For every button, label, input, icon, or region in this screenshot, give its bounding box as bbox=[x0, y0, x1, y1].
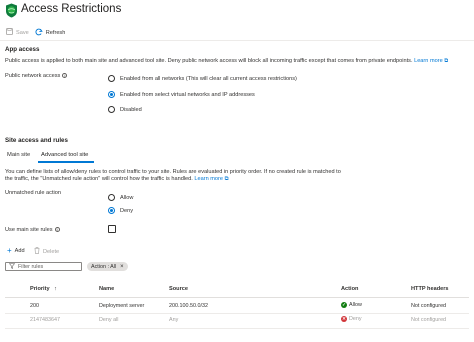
refresh-button[interactable]: Refresh bbox=[35, 28, 66, 38]
cell-priority: 200 bbox=[30, 303, 39, 309]
filter-rules-input[interactable]: Filter rules bbox=[5, 262, 82, 271]
page-title: Access Restrictions bbox=[21, 3, 122, 15]
column-header-source[interactable]: Source bbox=[169, 286, 188, 292]
cell-source: Any bbox=[169, 317, 179, 323]
rules-learn-more-link[interactable]: Learn more bbox=[194, 176, 223, 182]
radio-disabled[interactable]: Disabled bbox=[108, 106, 142, 113]
column-header-http-headers[interactable]: HTTP headers bbox=[411, 286, 449, 292]
app-access-heading: App access bbox=[5, 46, 40, 53]
save-button[interactable]: Save bbox=[6, 28, 29, 37]
add-icon: + bbox=[7, 246, 12, 255]
action-filter-label: Action : All bbox=[91, 263, 117, 270]
column-header-priority[interactable]: Priority ↑ bbox=[30, 286, 57, 292]
action-filter-pill[interactable]: Action : All × bbox=[87, 262, 128, 271]
external-link-icon: ⧉ bbox=[224, 176, 229, 182]
radio-label: Enabled from select virtual networks and… bbox=[120, 91, 255, 98]
radio-button[interactable] bbox=[108, 106, 115, 113]
filter-icon bbox=[8, 262, 16, 271]
active-tab-indicator bbox=[38, 161, 94, 163]
radio-unmatched-allow[interactable]: Allow bbox=[108, 194, 133, 201]
cell-action: ✓ Allow bbox=[341, 302, 362, 308]
column-header-name[interactable]: Name bbox=[99, 286, 114, 292]
filter-placeholder: Filter rules bbox=[18, 263, 44, 270]
command-bar: Save Refresh bbox=[6, 28, 65, 37]
tab-main-site[interactable]: Main site bbox=[7, 152, 30, 158]
unmatched-rule-action-label: Unmatched rule action bbox=[5, 190, 61, 196]
radio-button-selected[interactable] bbox=[108, 91, 115, 98]
rules-description-line2: the traffic, the "Unmatched rule action"… bbox=[5, 176, 229, 182]
rules-description-line1: You can define lists of allow/deny rules… bbox=[5, 169, 341, 175]
table-row[interactable]: 200 Deployment server 200.100.50.0/32 ✓ … bbox=[0, 299, 474, 313]
save-label: Save bbox=[16, 29, 29, 36]
app-service-icon bbox=[5, 3, 18, 18]
table-header-divider bbox=[5, 297, 469, 298]
cell-action: ✕ Deny bbox=[341, 316, 362, 322]
table-row[interactable]: 2147483647 Deny all Any ✕ Deny Not confi… bbox=[0, 314, 474, 328]
app-access-description: Public access is applied to both main si… bbox=[5, 58, 449, 64]
delete-button[interactable]: Delete bbox=[34, 247, 59, 256]
use-main-site-rules-checkbox[interactable] bbox=[108, 225, 116, 233]
radio-enabled-all-networks[interactable]: Enabled from all networks (This will cle… bbox=[108, 75, 297, 82]
radio-button-selected[interactable] bbox=[108, 207, 115, 214]
deny-x-icon: ✕ bbox=[341, 316, 347, 322]
toolbar-divider bbox=[0, 40, 474, 41]
info-icon[interactable]: i bbox=[62, 73, 68, 78]
column-header-action[interactable]: Action bbox=[341, 286, 358, 292]
sort-ascending-icon: ↑ bbox=[54, 286, 57, 292]
refresh-icon bbox=[35, 28, 43, 38]
use-main-site-rules-label: Use main site rules i bbox=[5, 227, 60, 233]
add-label: Add bbox=[14, 248, 25, 254]
radio-unmatched-deny[interactable]: Deny bbox=[108, 207, 133, 214]
radio-button[interactable] bbox=[108, 194, 115, 201]
public-network-access-label: Public network access i bbox=[5, 73, 68, 79]
radio-label: Enabled from all networks (This will cle… bbox=[120, 75, 297, 82]
external-link-icon: ⧉ bbox=[444, 58, 449, 64]
more-options-icon[interactable]: ··· bbox=[112, 2, 122, 11]
radio-label: Deny bbox=[120, 207, 134, 214]
tab-advanced-tool-site[interactable]: Advanced tool site bbox=[41, 152, 88, 158]
cell-name: Deny all bbox=[99, 317, 119, 323]
save-icon bbox=[6, 28, 13, 37]
delete-icon bbox=[34, 247, 40, 256]
cell-name: Deployment server bbox=[99, 303, 145, 309]
radio-button[interactable] bbox=[108, 75, 115, 82]
cell-source: 200.100.50.0/32 bbox=[169, 303, 208, 309]
info-icon[interactable]: i bbox=[54, 227, 60, 232]
row-divider bbox=[5, 328, 469, 329]
cell-priority: 2147483647 bbox=[30, 317, 60, 323]
add-button[interactable]: + Add bbox=[7, 247, 25, 255]
radio-label: Disabled bbox=[120, 106, 142, 113]
close-icon[interactable]: × bbox=[120, 264, 124, 270]
radio-enabled-select-networks[interactable]: Enabled from select virtual networks and… bbox=[108, 91, 255, 98]
cell-http-headers: Not configured bbox=[411, 303, 447, 309]
app-access-learn-more-link[interactable]: Learn more bbox=[414, 58, 443, 64]
refresh-label: Refresh bbox=[45, 29, 66, 36]
allow-check-icon: ✓ bbox=[341, 302, 347, 308]
cell-http-headers: Not configured bbox=[411, 317, 447, 323]
radio-label: Allow bbox=[120, 194, 134, 201]
site-access-heading: Site access and rules bbox=[5, 137, 68, 144]
delete-label: Delete bbox=[43, 248, 60, 255]
